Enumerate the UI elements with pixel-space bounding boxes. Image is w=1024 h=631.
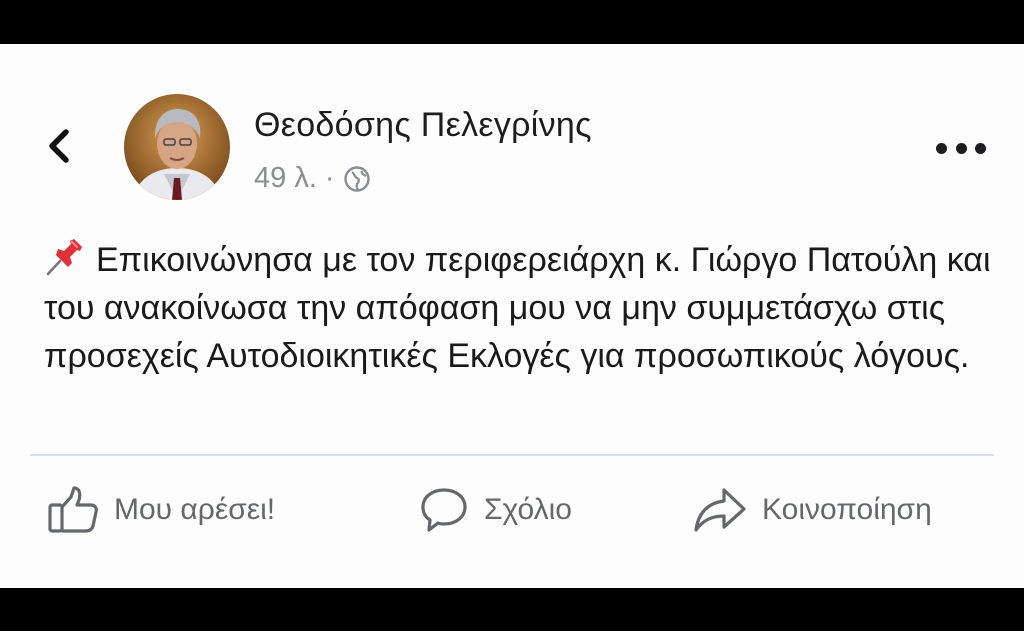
back-button[interactable]: [44, 124, 74, 168]
chevron-left-icon: [49, 129, 69, 163]
comment-label: Σχόλιο: [484, 493, 572, 526]
bottom-black-border: [0, 588, 1024, 631]
post-text-block: Επικοινώνησα με τον περιφερειάρχη κ. Γιώ…: [44, 236, 994, 380]
globe-icon: [343, 165, 370, 192]
post-text: Επικοινώνησα με τον περιφερειάρχη κ. Γιώ…: [44, 241, 991, 375]
meta-separator: ·: [324, 162, 335, 194]
more-dot: [936, 142, 947, 154]
more-dot: [955, 142, 967, 154]
more-options-button[interactable]: [936, 140, 986, 156]
comment-icon: [421, 488, 467, 532]
top-black-border: [0, 0, 1024, 44]
share-label: Κοινοποίηση: [762, 493, 932, 526]
avatar[interactable]: [124, 94, 230, 200]
thumbs-up-icon: [48, 486, 98, 533]
pushpin-icon: [46, 239, 82, 276]
post-time[interactable]: 49 λ.: [254, 162, 317, 195]
author-name[interactable]: Θεοδόσης Πελεγρίνης: [254, 106, 592, 145]
like-button[interactable]: Μου αρέσει!: [46, 480, 275, 540]
share-button[interactable]: Κοινοποίηση: [692, 480, 932, 540]
like-label: Μου αρέσει!: [114, 493, 276, 526]
actions-divider: [30, 454, 994, 456]
more-dot: [975, 142, 986, 154]
share-arrow-icon: [694, 488, 746, 532]
comment-button[interactable]: Σχόλιο: [418, 480, 572, 540]
post-meta: 49 λ. ·: [254, 162, 371, 195]
